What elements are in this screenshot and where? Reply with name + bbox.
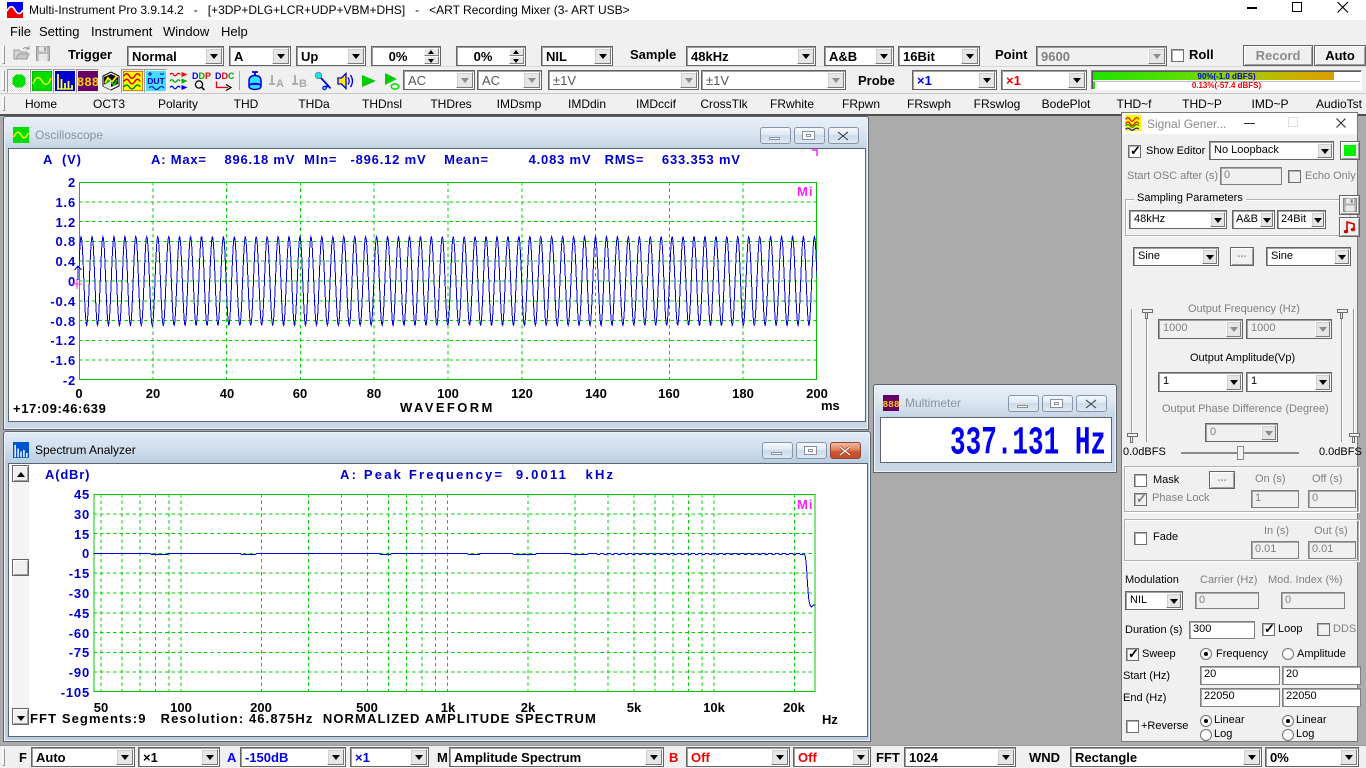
svg-text:DUT: DUT	[147, 76, 165, 86]
svg-text:B: B	[299, 78, 307, 90]
svg-text:888: 888	[883, 399, 899, 410]
svg-text:DDC: DDC	[215, 71, 234, 81]
svg-text:DDP: DDP	[192, 71, 211, 81]
svg-text:888: 888	[78, 76, 98, 90]
svg-text:A: A	[276, 78, 284, 90]
